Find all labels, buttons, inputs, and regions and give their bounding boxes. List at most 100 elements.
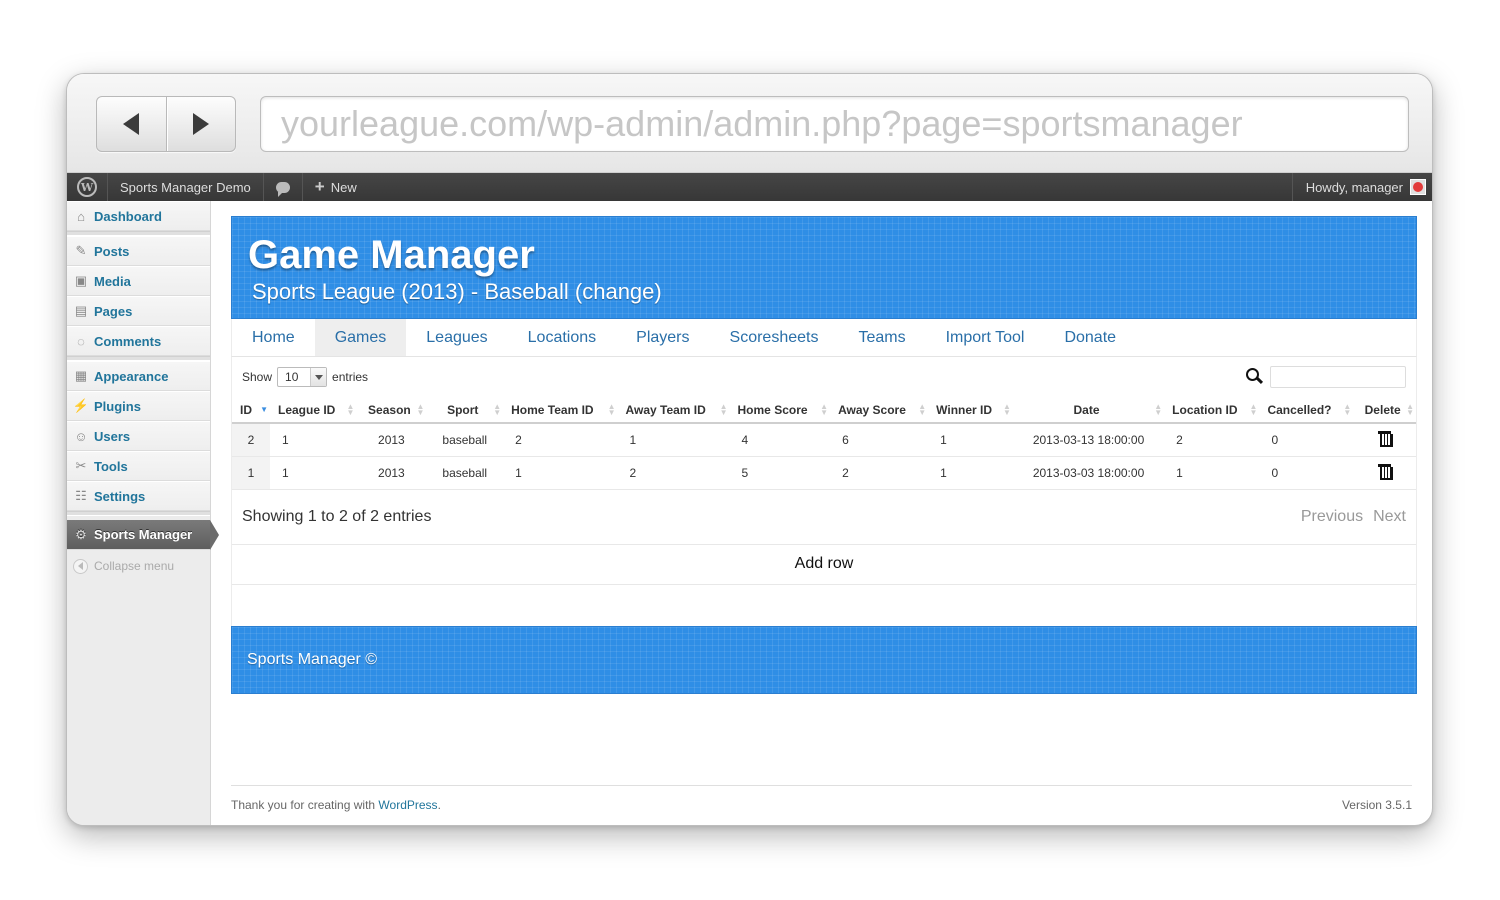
- sidebar-item-posts[interactable]: ✎ Posts: [67, 236, 210, 266]
- cell-home-score[interactable]: 5: [729, 456, 831, 490]
- sidebar-item-sports-manager[interactable]: ⚙ Sports Manager: [67, 520, 219, 550]
- sidebar-item-comments[interactable]: ◌ Comments: [67, 326, 210, 356]
- column-header-delete[interactable]: Delete ▲ ▼: [1353, 397, 1416, 424]
- cell-home-score[interactable]: 4: [729, 423, 831, 457]
- column-header-away-score[interactable]: Away Score ▲ ▼: [830, 397, 929, 424]
- sidebar-item-appearance[interactable]: ▦ Appearance: [67, 361, 210, 391]
- sidebar-item-dashboard[interactable]: ⌂ Dashboard: [67, 201, 210, 231]
- column-header-location-id[interactable]: Location ID ▲ ▼: [1164, 397, 1260, 424]
- tab-donate[interactable]: Donate: [1044, 319, 1136, 356]
- tab-scoresheets[interactable]: Scoresheets: [710, 319, 839, 356]
- cell-league-id[interactable]: 1: [270, 456, 357, 490]
- comments-link[interactable]: [264, 173, 303, 201]
- tab-games[interactable]: Games: [314, 319, 407, 356]
- sort-icon: ▲ ▼: [719, 402, 728, 417]
- table-header-row: ID ▼ League ID ▲ ▼ Season ▲ ▼ Sport ▲ ▼ Home Te…: [232, 397, 1416, 424]
- cell-location-id[interactable]: 2: [1164, 423, 1260, 457]
- sidebar-item-label: Posts: [94, 243, 130, 259]
- cell-sport[interactable]: baseball: [426, 456, 504, 490]
- cell-winner-id[interactable]: 1: [928, 456, 1013, 490]
- sidebar-item-plugins[interactable]: ⚡ Plugins: [67, 391, 210, 421]
- cell-home-team-id[interactable]: 1: [503, 456, 618, 490]
- cell-cancelled[interactable]: 0: [1259, 423, 1354, 457]
- cell-away-team-id[interactable]: 1: [617, 423, 730, 457]
- tab-home[interactable]: Home: [232, 319, 315, 356]
- page-size-value: 10: [285, 370, 299, 384]
- panel-spacer: [232, 585, 1416, 626]
- previous-button[interactable]: Previous: [1301, 508, 1363, 526]
- tab-locations[interactable]: Locations: [508, 319, 617, 356]
- search-icon: [1246, 368, 1264, 386]
- cell-id[interactable]: 1: [232, 456, 270, 490]
- page-title: Game Manager: [248, 233, 535, 277]
- add-row-button[interactable]: Add row: [232, 545, 1416, 585]
- thanks-suffix: .: [437, 798, 441, 812]
- column-header-winner-id[interactable]: Winner ID ▲ ▼: [928, 397, 1013, 424]
- collapse-arrow-icon: [73, 558, 88, 574]
- collapse-menu-button[interactable]: Collapse menu: [67, 550, 210, 582]
- tab-teams[interactable]: Teams: [838, 319, 925, 356]
- column-header-away-team-id[interactable]: Away Team ID ▲ ▼: [617, 397, 730, 424]
- column-header-id[interactable]: ID ▼: [232, 397, 270, 424]
- tab-import-tool[interactable]: Import Tool: [926, 319, 1045, 356]
- gear-icon: ⚙: [75, 526, 87, 542]
- cell-season[interactable]: 2013: [356, 423, 427, 457]
- trash-icon[interactable]: [1378, 463, 1394, 480]
- column-header-home-team-id[interactable]: Home Team ID ▲ ▼: [503, 397, 618, 424]
- page-subtitle: Sports League (2013) - Baseball (change): [252, 279, 1416, 305]
- tab-leagues[interactable]: Leagues: [406, 319, 507, 356]
- trash-icon[interactable]: [1378, 430, 1394, 448]
- sidebar-item-settings[interactable]: ☷ Settings: [67, 481, 210, 511]
- sidebar-item-label: Users: [94, 428, 131, 444]
- change-league-link[interactable]: (change): [575, 279, 662, 304]
- sort-icon: ▲ ▼: [1002, 402, 1011, 417]
- tab-players[interactable]: Players: [616, 319, 709, 356]
- cell-cancelled[interactable]: 0: [1259, 456, 1354, 490]
- cell-league-id[interactable]: 1: [270, 423, 357, 457]
- column-header-league-id[interactable]: League ID ▲ ▼: [270, 397, 357, 424]
- sidebar-item-tools[interactable]: ✂ Tools: [67, 451, 210, 481]
- column-header-date[interactable]: Date ▲ ▼: [1012, 397, 1165, 424]
- cell-date[interactable]: 2013-03-03 18:00:00: [1012, 456, 1165, 490]
- cell-home-team-id[interactable]: 2: [503, 423, 618, 457]
- cell-season[interactable]: 2013: [356, 456, 427, 490]
- page-size-select[interactable]: 10: [277, 367, 328, 387]
- column-header-cancelled[interactable]: Cancelled? ▲ ▼: [1259, 397, 1354, 424]
- sort-icon: ▲ ▼: [1406, 402, 1414, 417]
- back-button[interactable]: [97, 97, 166, 151]
- cell-away-team-id[interactable]: 2: [617, 456, 730, 490]
- next-button[interactable]: Next: [1373, 508, 1406, 526]
- column-header-season[interactable]: Season ▲ ▼: [356, 397, 427, 424]
- wp-footer: Thank you for creating with WordPress. V…: [231, 785, 1412, 812]
- address-bar[interactable]: yourleague.com/wp-admin/admin.php?page=s…: [260, 96, 1409, 152]
- games-table: ID ▼ League ID ▲ ▼ Season ▲ ▼ Sport ▲ ▼ Home Te…: [232, 397, 1416, 490]
- cell-id[interactable]: 2: [232, 423, 270, 457]
- site-name-link[interactable]: Sports Manager Demo: [108, 173, 264, 201]
- sidebar-item-users[interactable]: ☺ Users: [67, 421, 210, 451]
- sort-icon: ▲ ▼: [1154, 402, 1163, 417]
- comment-bubble-icon: [275, 181, 290, 197]
- forward-button[interactable]: [165, 97, 236, 151]
- cell-sport[interactable]: baseball: [426, 423, 504, 457]
- tools-icon: ✂: [75, 458, 87, 473]
- my-account-menu[interactable]: Howdy, manager: [1291, 173, 1432, 201]
- sidebar-item-media[interactable]: ▣ Media: [67, 266, 210, 296]
- wordpress-link[interactable]: WordPress: [378, 798, 437, 812]
- sidebar-item-pages[interactable]: ▤ Pages: [67, 296, 210, 326]
- search-input[interactable]: [1270, 366, 1406, 388]
- users-icon: ☺: [74, 428, 88, 444]
- cell-away-score[interactable]: 2: [830, 456, 929, 490]
- column-header-sport[interactable]: Sport ▲ ▼: [426, 397, 504, 424]
- sidebar-item-label: Tools: [94, 458, 128, 474]
- cell-date[interactable]: 2013-03-13 18:00:00: [1012, 423, 1165, 457]
- column-header-home-score[interactable]: Home Score ▲ ▼: [729, 397, 831, 424]
- pagination: Previous Next: [1301, 508, 1406, 526]
- cell-winner-id[interactable]: 1: [928, 423, 1013, 457]
- cell-away-score[interactable]: 6: [830, 423, 929, 457]
- sort-icon: ▲ ▼: [1249, 402, 1258, 417]
- appearance-icon: ▦: [74, 368, 88, 383]
- sort-icon: ▲ ▼: [820, 402, 829, 417]
- new-content-menu[interactable]: + New: [303, 173, 369, 201]
- wp-logo-menu[interactable]: W: [67, 173, 108, 201]
- cell-location-id[interactable]: 1: [1164, 456, 1260, 490]
